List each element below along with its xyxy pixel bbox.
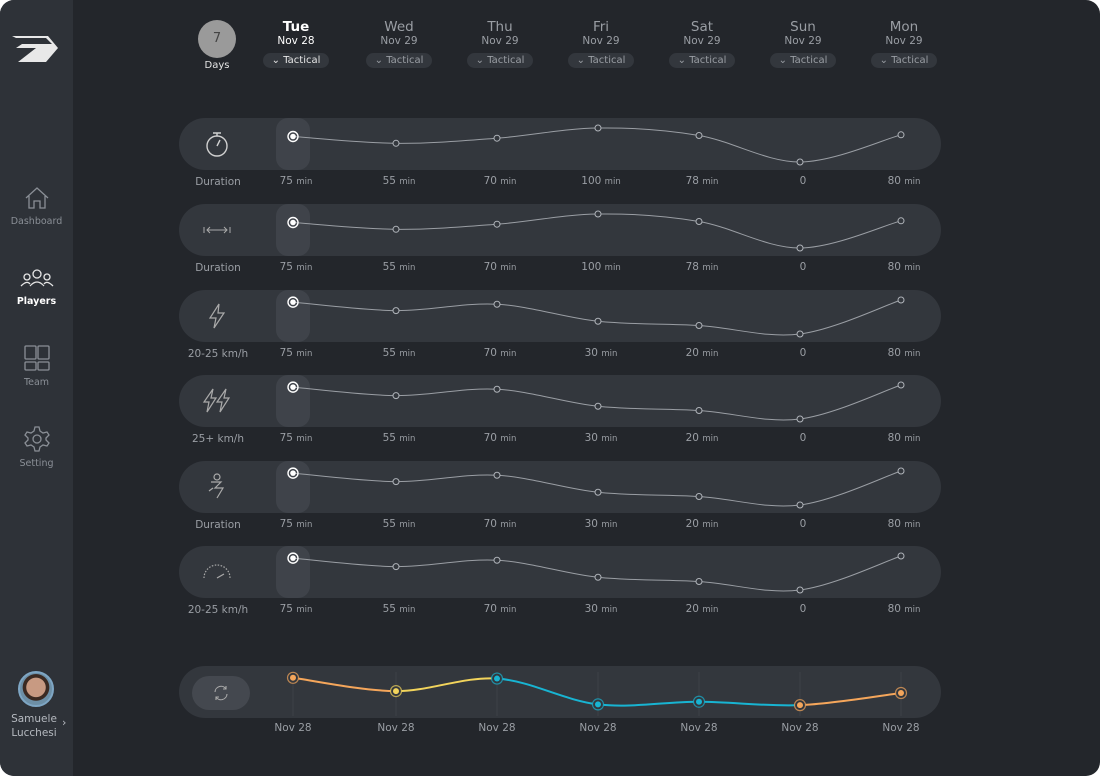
data-point: [796, 415, 804, 423]
series-line: [292, 299, 902, 336]
data-point: [897, 552, 905, 560]
data-point: [594, 124, 602, 132]
data-point: [695, 578, 703, 585]
trend-segment: [496, 677, 599, 706]
data-point: [392, 307, 400, 315]
trend-point: [595, 701, 601, 708]
trend-point: [696, 698, 702, 705]
data-point: [594, 488, 602, 496]
data-point: [897, 296, 905, 304]
data-point: [392, 392, 400, 400]
data-point: [290, 555, 296, 561]
charts-layer: [286, 124, 908, 716]
trend-point: [290, 674, 296, 681]
data-point: [493, 471, 501, 479]
data-point: [594, 317, 602, 325]
data-point: [897, 467, 905, 475]
series-line: [292, 470, 902, 507]
data-point: [796, 330, 804, 338]
data-point: [493, 220, 501, 228]
trend-segment: [799, 692, 902, 707]
trend-segment: [395, 677, 498, 693]
data-point: [290, 219, 296, 226]
data-point: [695, 322, 703, 329]
trend-segment: [698, 700, 801, 707]
data-point: [594, 402, 602, 410]
data-point: [290, 299, 296, 305]
series-line: [292, 127, 902, 163]
series-line: [292, 213, 902, 249]
data-point: [897, 131, 905, 139]
data-point: [392, 563, 400, 571]
data-point: [392, 478, 400, 486]
data-point: [392, 225, 400, 233]
trend-point: [797, 702, 803, 709]
trend-point: [494, 675, 500, 682]
data-point: [695, 407, 703, 414]
data-point: [796, 586, 804, 594]
data-point: [897, 381, 905, 389]
data-point: [290, 470, 296, 476]
data-point: [493, 556, 501, 564]
series-line: [292, 555, 902, 592]
series-line: [292, 384, 902, 421]
data-point: [796, 244, 804, 252]
trend-point: [898, 690, 904, 696]
data-point: [695, 217, 703, 225]
data-point: [594, 573, 602, 581]
app-window: Dashboard Players Team Setting Samuele Lu…: [0, 0, 1100, 776]
data-point: [594, 210, 602, 218]
data-point: [493, 300, 501, 308]
data-point: [290, 133, 296, 140]
data-point: [695, 493, 703, 500]
data-point: [796, 501, 804, 509]
trend-segment: [292, 676, 397, 693]
data-point: [290, 384, 296, 390]
data-point: [493, 134, 501, 142]
data-point: [897, 217, 905, 225]
trend-segment: [597, 700, 700, 707]
data-point: [695, 131, 703, 139]
data-point: [392, 139, 400, 147]
trend-point: [393, 688, 399, 695]
data-point: [796, 158, 804, 166]
data-point: [493, 385, 501, 393]
